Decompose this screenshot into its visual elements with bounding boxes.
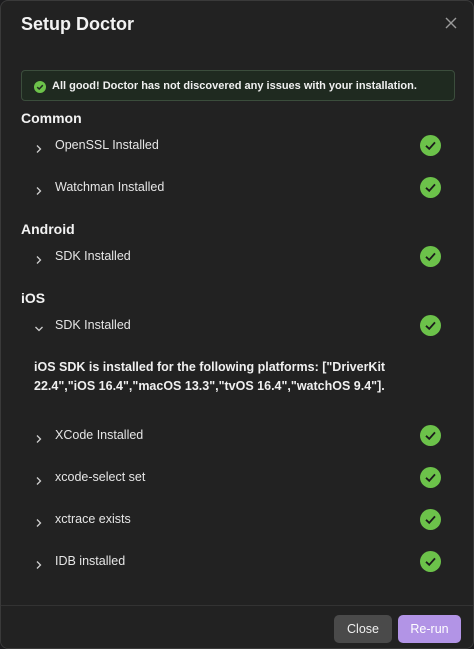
dialog-footer: Close Re-run [1,605,473,648]
success-banner: All good! Doctor has not discovered any … [21,70,455,101]
chevron-right-icon [34,431,44,443]
check-row-openssl[interactable]: OpenSSL Installed [1,130,473,162]
check-row-label: xctrace exists [55,512,131,526]
chevron-right-icon [34,515,44,527]
check-row-label: Watchman Installed [55,180,165,194]
banner-message: All good! Doctor has not discovered any … [52,80,417,92]
check-circle-icon [420,509,441,530]
check-circle-icon [34,80,46,93]
chevron-right-icon [34,557,44,569]
chevron-right-icon [34,252,44,264]
ios-sdk-detail-text: iOS SDK is installed for the following p… [34,360,386,393]
check-row-label: IDB installed [55,554,126,568]
check-row-xcode-select[interactable]: xcode-select set [1,462,473,494]
check-circle-icon [420,135,441,156]
check-circle-icon [420,315,441,336]
dialog-title: Setup Doctor [21,14,135,34]
section-title-ios: iOS [21,290,46,306]
chevron-down-icon [34,321,44,332]
chevron-right-icon [34,141,44,153]
chevron-right-icon [34,473,44,485]
close-icon[interactable] [441,13,461,33]
check-circle-icon [420,425,441,446]
check-row-idb[interactable]: IDB installed [1,546,473,578]
check-row-label: xcode-select set [55,470,146,484]
check-row-label: SDK Installed [55,249,131,263]
close-button[interactable]: Close [334,615,392,643]
dialog-header: Setup Doctor [1,1,473,49]
check-row-xctrace[interactable]: xctrace exists [1,504,473,536]
check-row-android-sdk[interactable]: SDK Installed [1,241,473,273]
check-circle-icon [420,551,441,572]
setup-doctor-dialog: Setup Doctor All good! Doctor has not di… [0,0,474,649]
check-circle-icon [420,177,441,198]
check-row-ios-sdk[interactable]: SDK Installed [1,310,473,342]
check-row-xcode[interactable]: XCode Installed [1,420,473,452]
check-row-label: OpenSSL Installed [55,138,159,152]
check-circle-icon [420,467,441,488]
chevron-right-icon [34,183,44,195]
check-circle-icon [420,246,441,267]
check-row-watchman[interactable]: Watchman Installed [1,172,473,204]
section-title-android: Android [21,221,75,237]
rerun-button[interactable]: Re-run [398,615,461,643]
check-row-label: XCode Installed [55,428,144,442]
check-row-label: SDK Installed [55,318,131,332]
section-title-common: Common [21,110,82,126]
